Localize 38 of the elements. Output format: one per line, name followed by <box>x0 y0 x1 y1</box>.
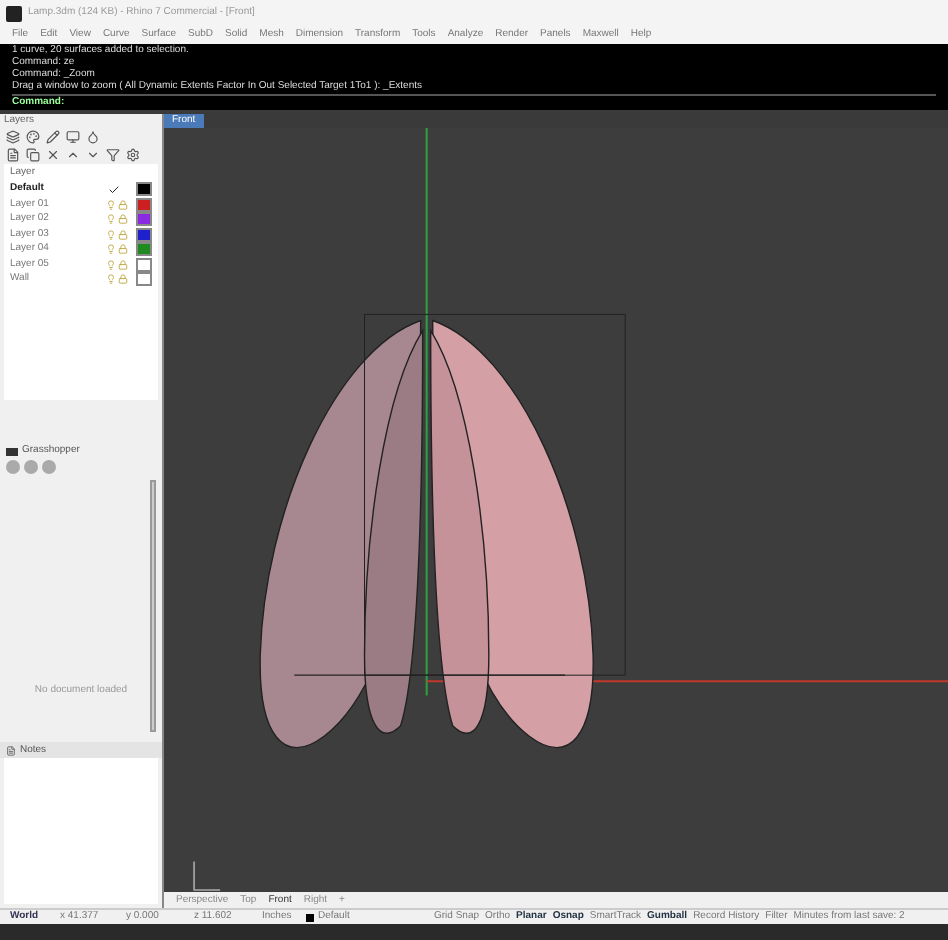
lock-icon[interactable] <box>118 214 128 225</box>
layers-icon[interactable] <box>6 130 20 144</box>
layer-color-swatch[interactable] <box>136 242 152 257</box>
delete-icon[interactable] <box>46 148 60 162</box>
bulb-icon[interactable] <box>106 229 116 240</box>
settings-icon[interactable] <box>126 148 140 162</box>
app-logo-icon <box>6 5 22 21</box>
palette-icon[interactable] <box>26 130 40 144</box>
lock-icon[interactable] <box>118 274 128 285</box>
viewport[interactable] <box>164 128 948 892</box>
new-layer-icon[interactable] <box>6 148 20 162</box>
bulb-icon[interactable] <box>106 274 116 285</box>
lock-icon[interactable] <box>118 229 128 240</box>
filter-icon[interactable] <box>106 148 120 162</box>
layer-swatch-icon <box>306 913 314 921</box>
bulb-icon[interactable] <box>106 244 116 255</box>
monitor-icon[interactable] <box>66 130 80 144</box>
layer-color-swatch[interactable] <box>136 227 152 242</box>
lock-icon[interactable] <box>118 199 128 210</box>
move-up-icon[interactable] <box>66 148 80 162</box>
scrollbar[interactable] <box>150 480 156 732</box>
layer-color-swatch[interactable] <box>136 197 152 212</box>
layer-color-swatch[interactable] <box>136 212 152 227</box>
bulb-icon[interactable] <box>106 259 116 270</box>
lock-icon[interactable] <box>118 259 128 270</box>
axis-icon <box>193 860 221 891</box>
droplet-icon[interactable] <box>86 130 100 144</box>
lock-icon[interactable] <box>118 244 128 255</box>
pencil-icon[interactable] <box>46 130 60 144</box>
bulb-icon[interactable] <box>106 199 116 210</box>
layer-color-swatch[interactable] <box>136 182 152 197</box>
bulb-icon[interactable] <box>106 214 116 225</box>
grasshopper-icon <box>6 447 18 455</box>
notes-icon <box>6 745 16 755</box>
copy-icon[interactable] <box>26 148 40 162</box>
layer-color-swatch[interactable] <box>136 257 152 272</box>
layer-color-swatch[interactable] <box>136 272 152 287</box>
move-down-icon[interactable] <box>86 148 100 162</box>
